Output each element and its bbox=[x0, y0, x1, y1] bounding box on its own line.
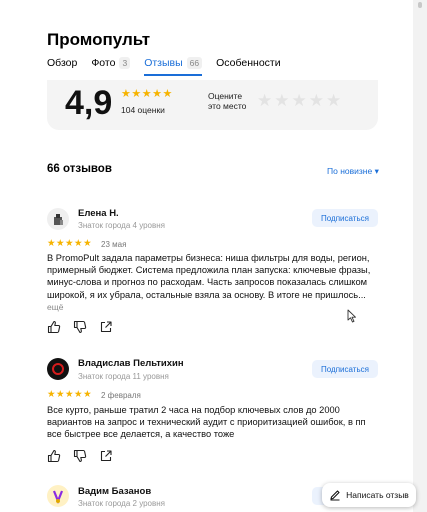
tab-features[interactable]: Особенности bbox=[216, 55, 280, 71]
avatar[interactable] bbox=[47, 485, 69, 507]
reviews-heading: 66 отзывов bbox=[47, 163, 112, 175]
page-title: Промопульт bbox=[47, 30, 151, 49]
write-review-button[interactable]: Написать отзыв bbox=[322, 483, 416, 507]
tab-label: Отзывы bbox=[144, 57, 183, 69]
rating-count: 104 оценки bbox=[121, 105, 165, 115]
share-icon[interactable] bbox=[99, 449, 113, 463]
rating-summary-card: 4,9 ★★★★★ 104 оценки Оцените это место ★… bbox=[47, 80, 378, 130]
tab-label: Фото bbox=[91, 57, 116, 69]
review-actions bbox=[47, 320, 113, 334]
avatar[interactable] bbox=[47, 208, 69, 230]
subscribe-button[interactable]: Подписаться bbox=[312, 360, 378, 378]
average-rating: 4,9 bbox=[65, 84, 113, 122]
review-text: В PromoPult задала параметры бизнеса: ни… bbox=[47, 253, 371, 300]
scrollbar[interactable] bbox=[414, 0, 427, 512]
sort-dropdown[interactable]: По новизне ▾ bbox=[327, 166, 379, 177]
reviewer-level: Знаток города 4 уровня bbox=[78, 221, 166, 230]
subscribe-button[interactable]: Подписаться bbox=[312, 209, 378, 227]
tab-overview[interactable]: Обзор bbox=[47, 55, 77, 71]
review-stars: ★★★★★ bbox=[47, 389, 93, 400]
thumb-down-icon[interactable] bbox=[73, 320, 87, 334]
avatar[interactable] bbox=[47, 358, 69, 380]
tab-label: Обзор bbox=[47, 57, 78, 69]
thumb-up-icon[interactable] bbox=[47, 449, 61, 463]
avatar-logo bbox=[52, 363, 64, 375]
review-date: 23 мая bbox=[101, 240, 127, 249]
rate-prompt: Оцените это место bbox=[208, 91, 247, 111]
read-more-link[interactable]: ещё bbox=[47, 302, 63, 312]
tab-photos[interactable]: Фото 3 bbox=[91, 55, 131, 71]
scrollbar-thumb[interactable] bbox=[418, 2, 422, 8]
reviewer-name[interactable]: Владислав Пельтихин bbox=[78, 358, 184, 369]
thumb-down-icon[interactable] bbox=[73, 449, 87, 463]
reviewer-level: Знаток города 2 уровня bbox=[78, 499, 166, 508]
rate-stars-input[interactable]: ★★★★★ bbox=[257, 91, 343, 111]
share-icon[interactable] bbox=[99, 320, 113, 334]
tab-count-badge: 3 bbox=[119, 57, 131, 69]
review-actions bbox=[47, 449, 113, 463]
reviewer-name[interactable]: Вадим Базанов bbox=[78, 486, 151, 497]
avatar-image bbox=[54, 214, 63, 225]
review-date: 2 февраля bbox=[101, 391, 141, 400]
review-stars: ★★★★★ bbox=[47, 238, 93, 249]
tab-count-badge: 66 bbox=[186, 57, 203, 69]
pencil-icon bbox=[330, 490, 340, 501]
tab-reviews[interactable]: Отзывы 66 bbox=[144, 55, 203, 76]
thumb-up-icon[interactable] bbox=[47, 320, 61, 334]
average-stars: ★★★★★ bbox=[121, 88, 173, 100]
reviews-panel: Промопульт Обзор Фото 3 Отзывы 66 Особенно… bbox=[0, 0, 413, 512]
tab-label: Особенности bbox=[216, 57, 281, 69]
write-review-label: Написать отзыв bbox=[346, 490, 409, 500]
avatar-image bbox=[52, 490, 64, 504]
review-text: Все курто, раньше тратил 2 часа на подбо… bbox=[47, 405, 366, 440]
cursor-icon bbox=[347, 309, 359, 328]
reviewer-level: Знаток города 11 уровня bbox=[78, 372, 169, 381]
reviewer-name[interactable]: Елена Н. bbox=[78, 208, 119, 219]
tab-bar: Обзор Фото 3 Отзывы 66 Особенности bbox=[47, 55, 295, 76]
